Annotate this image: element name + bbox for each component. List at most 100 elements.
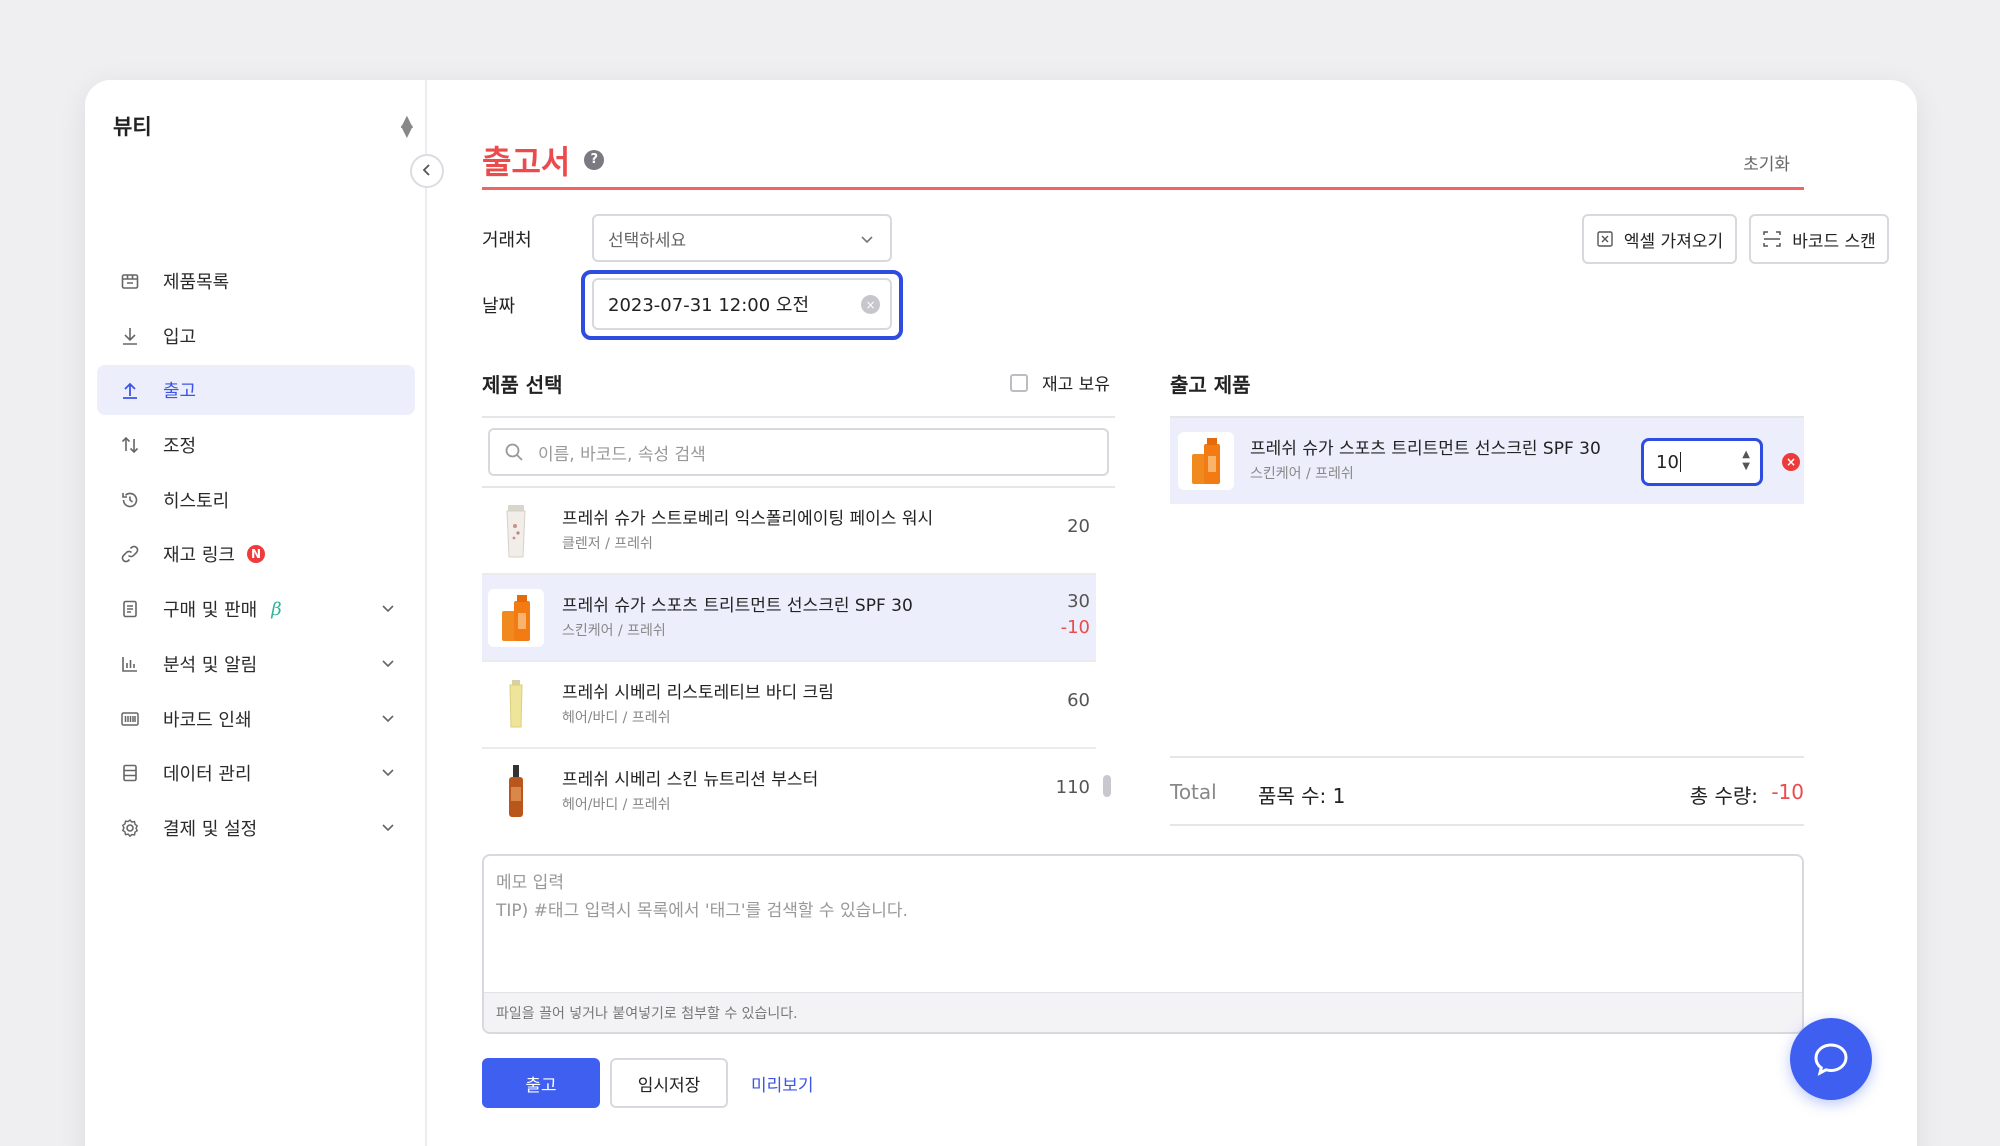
excel-import-button[interactable]: 엑셀 가져오기 — [1582, 214, 1737, 264]
submit-outbound-button[interactable]: 출고 — [482, 1058, 600, 1108]
chevron-down-icon — [858, 230, 876, 253]
list-item[interactable]: 프레쉬 시베리 스킨 뉴트리션 부스터 헤어/바디 / 프레쉬 110 — [482, 749, 1096, 822]
outgoing-item: 프레쉬 슈가 스포츠 트리트먼트 선스크린 SPF 30 스킨케어 / 프레쉬 … — [1170, 418, 1804, 504]
chat-bubble-icon — [1813, 1042, 1849, 1076]
product-stock-change: -10 — [1060, 617, 1090, 638]
partner-select-value: 선택하세요 — [608, 230, 687, 251]
search-placeholder: 이름, 바코드, 속성 검색 — [538, 444, 706, 465]
date-value: 2023-07-31 12:00 오전 — [608, 295, 810, 316]
excel-import-label: 엑셀 가져오기 — [1623, 231, 1724, 252]
sidebar-item-adjust[interactable]: 조정 — [97, 420, 415, 470]
memo-placeholder: 메모 입력 — [496, 873, 564, 893]
product-name: 프레쉬 슈가 스포츠 트리트먼트 선스크린 SPF 30 — [562, 596, 913, 616]
outgoing-products-title: 출고 제품 — [1170, 373, 1251, 397]
sidebar-item-label: 히스토리 — [163, 490, 230, 512]
sidebar-item-data-management[interactable]: 데이터 관리 — [97, 748, 415, 798]
chevron-down-icon — [379, 818, 397, 840]
sort-arrows-icon: ▲ ▼ — [400, 111, 413, 140]
page-header: 출고서 ? 초기화 — [482, 132, 1804, 190]
document-icon — [117, 596, 143, 622]
beta-badge: β — [271, 598, 282, 620]
stock-filter-checkbox[interactable]: 재고 보유 — [1010, 370, 1110, 395]
clear-icon[interactable]: × — [861, 295, 880, 314]
date-input[interactable]: 2023-07-31 12:00 오전 × — [592, 278, 892, 330]
barcode-scan-label: 바코드 스캔 — [1792, 231, 1876, 252]
save-draft-button[interactable]: 임시저장 — [610, 1058, 728, 1108]
sidebar-item-products[interactable]: 제품목록 — [97, 256, 415, 306]
scan-icon — [1762, 230, 1782, 248]
list-item[interactable]: 프레쉬 시베리 리스토레티브 바디 크림 헤어/바디 / 프레쉬 60 — [482, 662, 1096, 749]
sidebar-item-inbound[interactable]: 입고 — [97, 311, 415, 361]
product-search-input[interactable]: 이름, 바코드, 속성 검색 — [488, 428, 1109, 476]
attachment-dropzone[interactable]: 파일을 끌어 넣거나 붙여넣기로 첨부할 수 있습니다. — [484, 992, 1802, 1032]
list-item[interactable]: 프레쉬 슈가 스트로베리 익스폴리에이팅 페이스 워시 클렌저 / 프레쉬 20 — [482, 488, 1096, 575]
sidebar-item-outbound[interactable]: 출고 — [97, 365, 415, 416]
workspace-name: 뷰티 — [113, 115, 152, 139]
new-badge: N — [246, 545, 265, 564]
sidebar-item-label: 입고 — [163, 326, 197, 348]
product-category: 스킨케어 / 프레쉬 — [562, 623, 666, 639]
swap-arrows-icon — [117, 432, 143, 458]
product-select-title: 제품 선택 — [482, 373, 563, 397]
box-icon — [117, 268, 143, 294]
sidebar-item-label: 바코드 인쇄 — [163, 709, 252, 731]
quantity-stepper[interactable]: 10 ▲ ▼ — [1641, 438, 1763, 486]
main-content: 출고서 ? 초기화 거래처 선택하세요 날짜 2023-07-31 12:00 … — [427, 80, 1917, 1146]
list-scrollbar[interactable] — [1103, 775, 1111, 797]
sidebar-item-stock-link[interactable]: 재고 링크 N — [97, 529, 415, 579]
checkbox-box[interactable] — [1010, 373, 1028, 392]
product-thumbnail — [488, 589, 544, 647]
barcode-scan-button[interactable]: 바코드 스캔 — [1749, 214, 1889, 264]
sidebar-item-label: 분석 및 알림 — [163, 654, 258, 676]
sidebar-item-analytics[interactable]: 분석 및 알림 — [97, 639, 415, 689]
quantity-value: 10 — [1656, 451, 1679, 473]
partner-select[interactable]: 선택하세요 — [592, 214, 892, 262]
memo-textarea[interactable]: 메모 입력 TIP) #태그 입력시 목록에서 '태그'를 검색할 수 있습니다… — [482, 854, 1804, 1034]
stock-filter-label: 재고 보유 — [1042, 375, 1110, 395]
partner-label: 거래처 — [482, 230, 532, 251]
product-stock: 60 — [1067, 690, 1090, 711]
product-stock: 110 — [1055, 777, 1090, 798]
chevron-down-icon — [379, 763, 397, 785]
list-item[interactable]: 프레쉬 슈가 스포츠 트리트먼트 선스크린 SPF 30 스킨케어 / 프레쉬 … — [482, 575, 1096, 662]
chevron-down-icon — [379, 709, 397, 731]
sidebar-item-purchase-sales[interactable]: 구매 및 판매 β — [97, 584, 415, 634]
sidebar-item-label: 조정 — [163, 436, 197, 458]
sidebar-collapse-button[interactable] — [410, 154, 444, 188]
sidebar-item-billing-settings[interactable]: 결제 및 설정 — [97, 803, 415, 853]
product-thumbnail — [488, 676, 544, 734]
sidebar-item-label: 구매 및 판매 — [163, 600, 258, 622]
excel-icon — [1596, 230, 1614, 248]
attachment-hint: 파일을 끌어 넣거나 붙여넣기로 첨부할 수 있습니다. — [496, 1005, 798, 1022]
link-icon — [117, 541, 143, 567]
reset-button[interactable]: 초기화 — [1743, 150, 1790, 175]
remove-item-icon[interactable]: × — [1782, 453, 1800, 471]
page-title: 출고서 — [482, 142, 571, 181]
memo-tip: TIP) #태그 입력시 목록에서 '태그'를 검색할 수 있습니다. — [496, 901, 908, 921]
product-category: 헤어/바디 / 프레쉬 — [562, 797, 671, 813]
item-count: 품목 수: 1 — [1258, 784, 1346, 808]
preview-link[interactable]: 미리보기 — [751, 1071, 814, 1096]
product-stock: 30 — [1067, 591, 1090, 612]
totals-row: Total 품목 수: 1 총 수량: -10 — [1170, 756, 1804, 826]
outgoing-products-panel: 프레쉬 슈가 스포츠 트리트먼트 선스크린 SPF 30 스킨케어 / 프레쉬 … — [1170, 416, 1804, 504]
help-icon[interactable]: ? — [584, 149, 605, 170]
sidebar-item-label: 재고 링크 — [163, 545, 235, 567]
sidebar-item-barcode-print[interactable]: 바코드 인쇄 — [97, 694, 415, 744]
chevron-down-icon — [379, 599, 397, 621]
sidebar-item-label: 데이터 관리 — [163, 764, 252, 786]
arrow-down-icon — [117, 323, 143, 349]
product-thumbnail — [488, 502, 544, 560]
sidebar-item-history[interactable]: 히스토리 — [97, 475, 415, 525]
workspace-switcher[interactable]: 뷰티 ▲ ▼ — [113, 106, 413, 146]
stepper-arrows-icon[interactable]: ▲ ▼ — [1742, 449, 1750, 473]
total-label: Total — [1170, 780, 1217, 804]
product-category: 클렌저 / 프레쉬 — [562, 536, 653, 552]
date-label: 날짜 — [482, 296, 516, 317]
chevron-down-icon — [379, 654, 397, 676]
chevron-left-icon — [420, 162, 434, 181]
product-select-panel: 이름, 바코드, 속성 검색 프레쉬 슈가 스트로베리 익스폴리에이팅 페이스 … — [482, 416, 1115, 822]
product-name: 프레쉬 슈가 스트로베리 익스폴리에이팅 페이스 워시 — [562, 509, 934, 529]
chat-support-button[interactable] — [1790, 1018, 1872, 1100]
product-name: 프레쉬 시베리 스킨 뉴트리션 부스터 — [562, 770, 819, 790]
